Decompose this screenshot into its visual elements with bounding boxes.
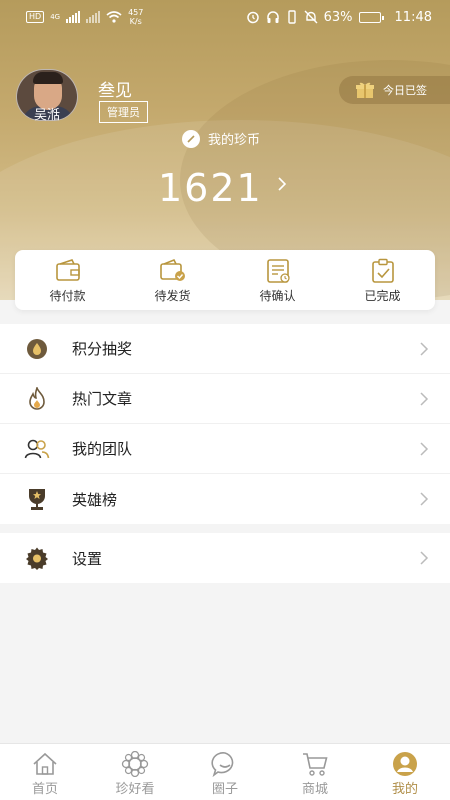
menu-label: 英雄榜 xyxy=(72,490,118,509)
chevron-right-icon xyxy=(420,392,429,406)
network-type: 4G xyxy=(50,13,61,21)
vibrate-icon xyxy=(287,10,296,24)
username: 叁见 xyxy=(98,81,132,101)
order-completed[interactable]: 已完成 xyxy=(330,250,435,310)
tab-label: 我的 xyxy=(391,782,418,797)
user-icon xyxy=(393,752,417,776)
network-speed: 457 K/s xyxy=(128,8,143,26)
document-clock-icon xyxy=(266,259,290,283)
bottom-tab-bar: 首页 珍好看 圈子 商城 我的 xyxy=(0,743,450,800)
order-label: 待确认 xyxy=(259,289,296,303)
chevron-right-icon xyxy=(420,442,429,456)
signal-icon xyxy=(86,11,101,23)
menu-item-leaderboard[interactable]: 英雄榜 xyxy=(0,474,450,524)
cart-icon xyxy=(303,753,328,776)
menu-item-my-team[interactable]: 我的团队 xyxy=(0,424,450,474)
tab-mall[interactable]: 商城 xyxy=(270,744,360,800)
tab-home[interactable]: 首页 xyxy=(0,744,90,800)
checkin-label: 今日已签 xyxy=(383,84,427,97)
flower-icon xyxy=(121,751,149,777)
menu-label: 积分抽奖 xyxy=(72,340,133,358)
clipboard-check-icon xyxy=(371,258,394,283)
tab-discover[interactable]: 珍好看 xyxy=(90,744,180,800)
chat-icon xyxy=(211,752,234,777)
package-check-icon xyxy=(159,258,185,281)
hd-indicator: HD xyxy=(26,11,45,23)
home-icon xyxy=(33,752,57,775)
headphones-icon xyxy=(266,11,279,23)
coins-label: 我的珍币 xyxy=(208,133,261,148)
menu-item-settings[interactable]: 设置 xyxy=(0,533,450,583)
signal-icon xyxy=(66,11,81,23)
order-status-card: 待付款 待发货 待确认 已完成 xyxy=(15,250,435,310)
tab-label: 商城 xyxy=(301,782,328,797)
tab-label: 首页 xyxy=(31,782,58,797)
settings-group: 设置 xyxy=(0,533,450,583)
coins-value[interactable]: 1621 xyxy=(158,166,263,210)
wallet-icon xyxy=(55,259,80,281)
chevron-right-icon xyxy=(420,551,429,565)
menu-label: 热门文章 xyxy=(72,390,133,408)
tab-label: 圈子 xyxy=(211,782,238,797)
drop-icon xyxy=(24,336,50,362)
order-label: 待付款 xyxy=(49,289,86,303)
menu-list: 积分抽奖 热门文章 我的团队 英雄榜 xyxy=(0,324,450,524)
order-label: 待发货 xyxy=(154,289,191,303)
chevron-right-icon xyxy=(420,492,429,506)
alarm-icon xyxy=(246,11,259,24)
gift-icon xyxy=(356,82,374,98)
clock: 11:48 xyxy=(394,9,432,25)
mute-bell-icon xyxy=(304,10,318,24)
gear-icon xyxy=(24,545,50,571)
chevron-right-icon[interactable] xyxy=(275,177,289,191)
order-pending-payment[interactable]: 待付款 xyxy=(15,250,120,310)
team-icon xyxy=(24,436,50,462)
flame-icon xyxy=(24,386,50,412)
wifi-icon xyxy=(106,11,122,23)
avatar-hair xyxy=(33,72,63,84)
coins-section: 我的珍币 xyxy=(182,129,260,148)
tab-circle[interactable]: 圈子 xyxy=(180,744,270,800)
order-pending-confirm[interactable]: 待确认 xyxy=(225,250,330,310)
battery-icon xyxy=(358,11,384,23)
battery-percent: 63% xyxy=(323,9,353,25)
network-speed-value: 457 xyxy=(128,8,144,17)
tab-mine[interactable]: 我的 xyxy=(360,744,450,800)
coin-icon xyxy=(182,129,200,148)
trophy-icon xyxy=(24,486,50,512)
order-pending-shipment[interactable]: 待发货 xyxy=(120,250,225,310)
role-badge: 管理员 xyxy=(99,101,148,123)
menu-item-hot-articles[interactable]: 热门文章 xyxy=(0,374,450,424)
checkin-button[interactable]: 今日已签 xyxy=(339,76,450,104)
menu-label: 我的团队 xyxy=(72,440,133,458)
order-label: 已完成 xyxy=(364,289,401,303)
menu-label: 设置 xyxy=(72,549,103,568)
avatar-caption: 吴湉 xyxy=(33,108,60,123)
network-speed-unit: K/s xyxy=(129,17,142,26)
tab-label: 珍好看 xyxy=(115,782,155,797)
status-bar: HD 4G 457 K/s 63% 11:48 xyxy=(0,0,450,34)
chevron-right-icon xyxy=(420,342,429,356)
menu-item-lottery[interactable]: 积分抽奖 xyxy=(0,324,450,374)
